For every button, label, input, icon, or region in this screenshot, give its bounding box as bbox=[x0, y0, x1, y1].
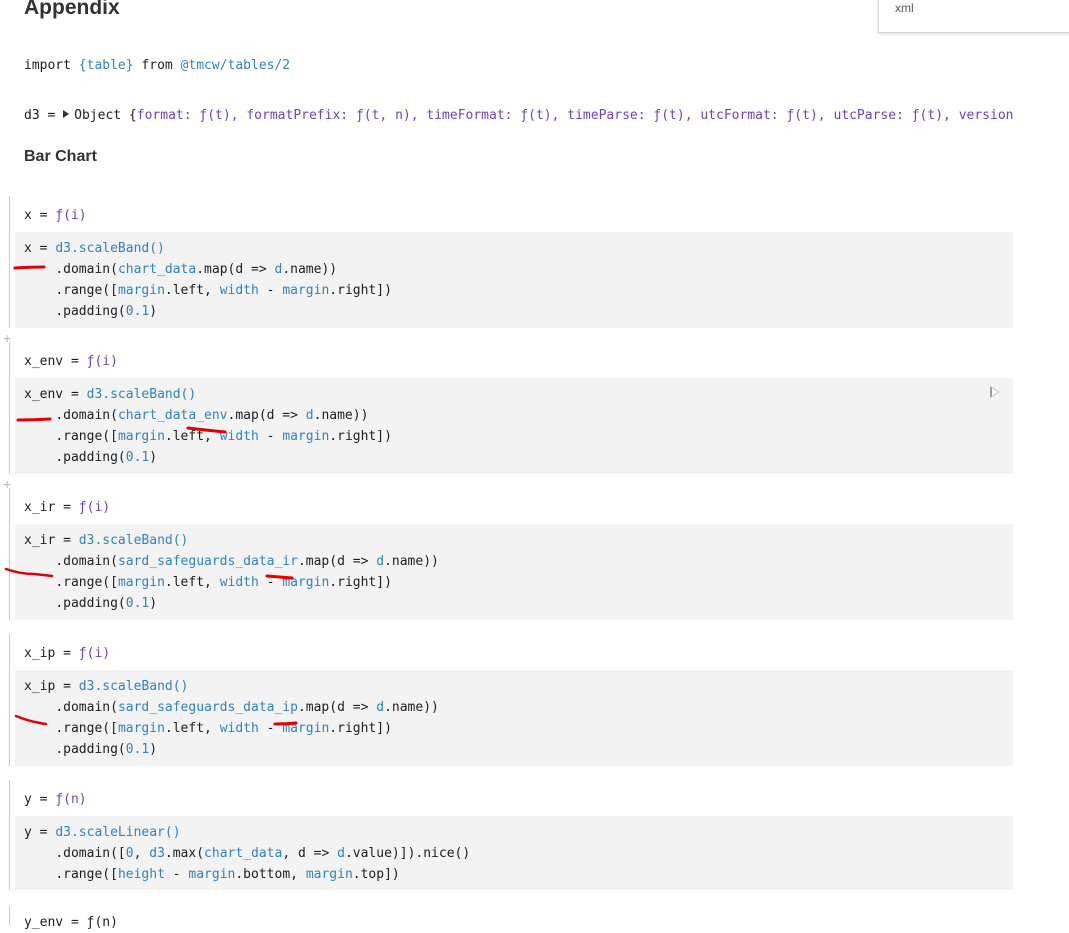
section-heading: Bar Chart bbox=[24, 148, 97, 165]
import-line: import {table} from @tmcw/tables/2 bbox=[24, 58, 291, 73]
code-block[interactable]: x_ip = d3.scaleBand() .domain(sard_safeg… bbox=[24, 676, 439, 760]
code-block[interactable]: x_env = d3.scaleBand() .domain(chart_dat… bbox=[24, 384, 392, 468]
cell-gutter[interactable] bbox=[9, 906, 10, 925]
cell-output: x_ip = ƒ(i) bbox=[24, 646, 111, 661]
cell-output: x = ƒ(i) bbox=[24, 208, 87, 223]
xml-popup[interactable]: xml bbox=[878, 0, 1069, 33]
code-block[interactable]: x_ir = d3.scaleBand() .domain(sard_safeg… bbox=[24, 530, 439, 614]
run-cell-icon[interactable] bbox=[990, 386, 999, 398]
cell-output: y = ƒ(n) bbox=[24, 792, 87, 807]
expand-triangle-icon[interactable] bbox=[63, 110, 70, 118]
cell-gutter[interactable] bbox=[9, 780, 10, 890]
code-block[interactable]: x = d3.scaleBand() .domain(chart_data.ma… bbox=[24, 238, 392, 322]
cell-output: x_env = ƒ(i) bbox=[24, 354, 118, 369]
page-title: Appendix bbox=[24, 0, 120, 19]
d3-object-line: d3 = Object {format: ƒ(t), formatPrefix:… bbox=[24, 108, 1014, 123]
code-block[interactable]: y = d3.scaleLinear() .domain([0, d3.max(… bbox=[24, 822, 470, 885]
import-source-link[interactable]: @tmcw/tables/2 bbox=[181, 58, 291, 73]
cell-gutter[interactable] bbox=[9, 342, 10, 474]
cell-gutter[interactable] bbox=[9, 634, 10, 766]
xml-popup-label: xml bbox=[895, 1, 914, 15]
cell-output: x_ir = ƒ(i) bbox=[24, 500, 111, 515]
cell-gutter[interactable] bbox=[9, 196, 10, 328]
cell-gutter[interactable] bbox=[9, 488, 10, 620]
cell-output-partial: y_env = ƒ(n) bbox=[24, 915, 118, 930]
